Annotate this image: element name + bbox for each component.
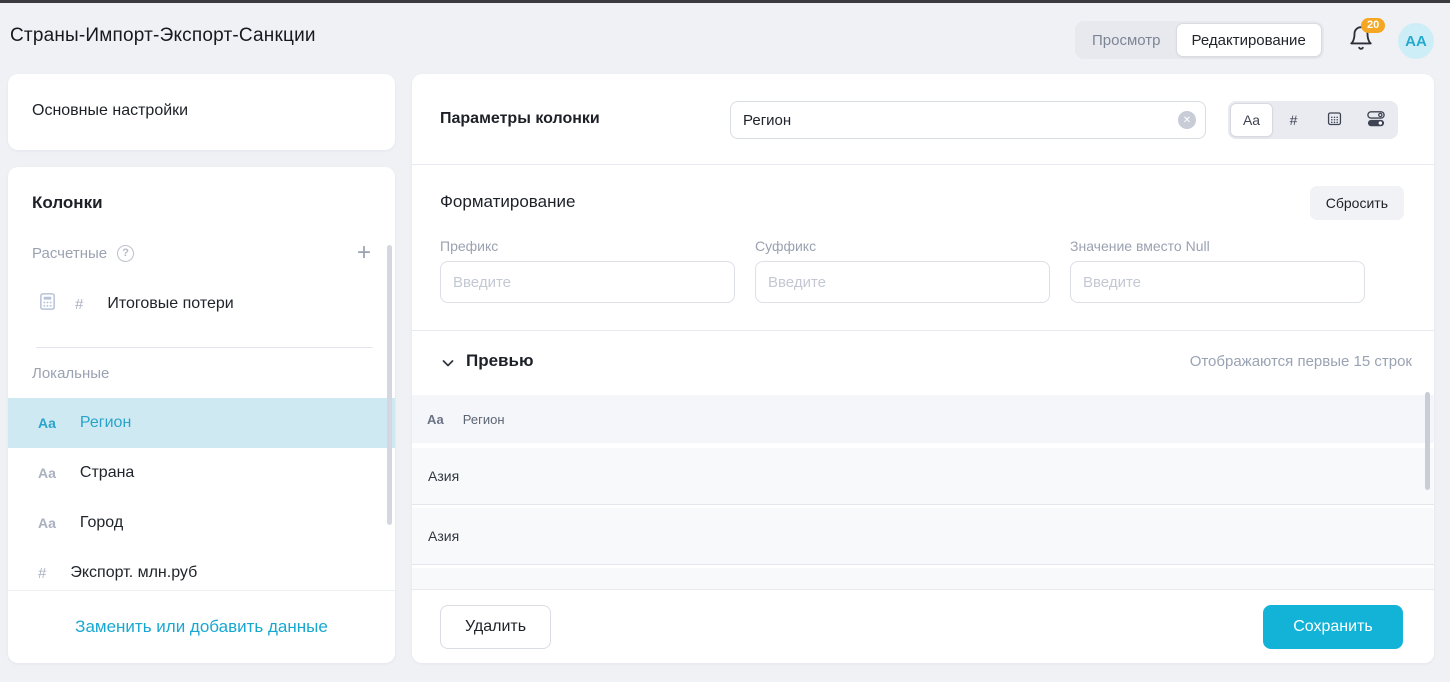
null-value-label: Значение вместо Null [1070, 238, 1365, 254]
prefix-input[interactable] [440, 261, 735, 303]
preview-rows-note: Отображаются первые 15 строк [1190, 353, 1412, 370]
prefix-label: Префикс [440, 238, 735, 254]
null-value-field-group: Значение вместо Null [1070, 238, 1365, 303]
sidebar-item-export[interactable]: # Экспорт. млн.руб [8, 548, 395, 590]
column-item-label: Итоговые потери [107, 295, 233, 313]
columns-title: Колонки [32, 193, 103, 213]
delete-button[interactable]: Удалить [440, 605, 551, 649]
mode-edit-button[interactable]: Редактирование [1176, 23, 1322, 57]
column-params-title: Параметры колонки [440, 110, 600, 128]
sidebar-item-region[interactable]: Aa Регион [8, 398, 395, 448]
suffix-label: Суффикс [755, 238, 1050, 254]
main-settings-card[interactable]: Основные настройки [8, 74, 395, 150]
column-item-label: Экспорт. млн.руб [70, 564, 197, 582]
table-row: Азия [412, 508, 1434, 565]
help-icon[interactable]: ? [117, 245, 134, 262]
divider [36, 347, 373, 348]
column-item-label: Страна [80, 464, 134, 482]
chevron-down-icon[interactable] [440, 355, 456, 376]
preview-title: Превью [466, 351, 533, 371]
sidebar-scrollbar[interactable] [387, 245, 392, 525]
type-number-option[interactable]: # [1273, 103, 1314, 137]
column-item-label: Город [80, 514, 123, 532]
text-type-icon: Aa [38, 515, 56, 531]
text-type-icon: Aa [38, 465, 56, 481]
calendar-icon [1326, 110, 1343, 130]
column-item-label: Регион [80, 414, 131, 432]
local-label: Локальные [32, 365, 109, 382]
notifications-button[interactable]: 20 [1348, 25, 1378, 55]
text-type-icon: Aa [38, 415, 56, 431]
calculated-column-item[interactable]: # Итоговые потери [8, 279, 395, 329]
toggles-icon [1366, 110, 1386, 131]
preview-column-name: Регион [463, 412, 505, 427]
column-name-field-wrap: ✕ [730, 101, 1206, 139]
calculated-label: Расчетные [32, 245, 107, 262]
prefix-field-group: Префикс [440, 238, 735, 303]
main-settings-label: Основные настройки [32, 102, 188, 120]
preview-header: Превью Отображаются первые 15 строк [412, 330, 1434, 395]
notification-badge: 20 [1361, 18, 1385, 33]
replace-or-add-data-link[interactable]: Заменить или добавить данные [8, 591, 395, 663]
reset-button[interactable]: Сбросить [1310, 186, 1404, 220]
column-type-segmented-control: Aa # [1228, 101, 1398, 139]
mode-toggle: Просмотр Редактирование [1075, 21, 1324, 59]
preview-scrollbar[interactable] [1425, 392, 1430, 490]
suffix-input[interactable] [755, 261, 1050, 303]
bell-icon [1348, 38, 1374, 55]
sidebar-item-country[interactable]: Aa Страна [8, 448, 395, 498]
table-row [412, 568, 1434, 589]
calculator-icon [38, 292, 57, 316]
panel-footer: Удалить Сохранить [412, 589, 1434, 663]
column-name-input[interactable] [730, 101, 1206, 139]
page-title: Страны-Импорт-Экспорт-Санкции [10, 25, 316, 47]
number-type-icon: # [75, 296, 83, 313]
local-columns-list: Aa Регион Aa Страна Aa Город # Экспорт. … [8, 398, 395, 590]
text-type-icon: Аа [427, 412, 444, 427]
column-params-header: Параметры колонки ✕ Aa # [412, 74, 1434, 165]
null-value-input[interactable] [1070, 261, 1365, 303]
sidebar-item-city[interactable]: Aa Город [8, 498, 395, 548]
add-calculated-column-button[interactable]: + [357, 243, 371, 263]
formatting-title: Форматирование [440, 192, 575, 212]
type-text-option[interactable]: Aa [1230, 103, 1273, 137]
type-boolean-option[interactable] [1355, 103, 1396, 137]
clear-icon[interactable]: ✕ [1178, 111, 1196, 129]
preview-table-header: Аа Регион [412, 395, 1434, 443]
top-header: Страны-Импорт-Экспорт-Санкции Просмотр Р… [0, 3, 1450, 74]
avatar[interactable]: АА [1398, 23, 1434, 59]
column-params-panel: Параметры колонки ✕ Aa # [412, 74, 1434, 663]
save-button[interactable]: Сохранить [1263, 605, 1403, 649]
preview-table-body: Азия Азия [412, 448, 1434, 589]
columns-card: Колонки Расчетные ? + # Итоговые потери … [8, 167, 395, 663]
number-type-icon: # [38, 565, 46, 582]
type-date-option[interactable] [1314, 103, 1355, 137]
table-row: Азия [412, 448, 1434, 505]
calculated-section-header: Расчетные ? + [32, 241, 371, 265]
suffix-field-group: Суффикс [755, 238, 1050, 303]
mode-view-button[interactable]: Просмотр [1077, 23, 1176, 57]
